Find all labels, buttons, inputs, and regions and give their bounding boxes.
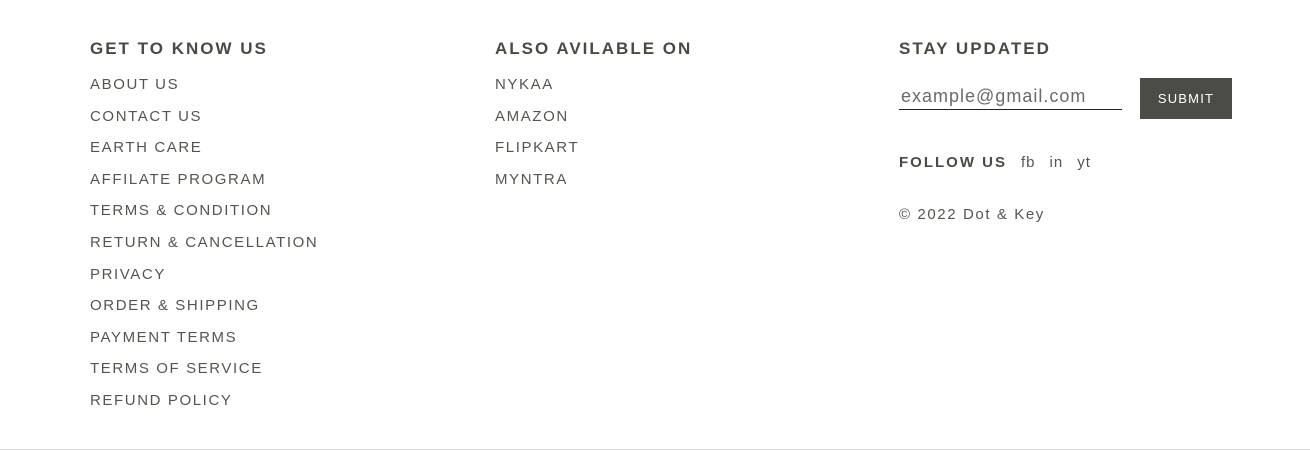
linkedin-link[interactable]: in (1050, 154, 1064, 171)
youtube-link[interactable]: yt (1077, 154, 1091, 171)
follow-us-row: FOLLOW US fb in yt (899, 154, 1105, 171)
link-nykaa[interactable]: NYKAA (495, 77, 875, 92)
site-footer: GET TO KNOW US ABOUT US CONTACT US EARTH… (0, 0, 1310, 451)
link-about-us[interactable]: ABOUT US (90, 77, 470, 92)
available-on-column: ALSO AVILABLE ON NYKAA AMAZON FLIPKART M… (495, 38, 875, 203)
know-us-heading: GET TO KNOW US (90, 39, 268, 58)
link-myntra[interactable]: MYNTRA (495, 172, 875, 187)
link-contact-us[interactable]: CONTACT US (90, 109, 470, 124)
facebook-link[interactable]: fb (1021, 154, 1036, 171)
follow-us-label: FOLLOW US (899, 154, 1007, 171)
link-privacy[interactable]: PRIVACY (90, 267, 470, 282)
link-order-shipping[interactable]: ORDER & SHIPPING (90, 298, 470, 313)
copyright-text: © 2022 Dot & Key (899, 206, 1045, 223)
newsletter-form: SUBMIT (899, 78, 1239, 119)
link-payment-terms[interactable]: PAYMENT TERMS (90, 330, 470, 345)
link-affiliate-program[interactable]: AFFILATE PROGRAM (90, 172, 470, 187)
link-earth-care[interactable]: EARTH CARE (90, 140, 470, 155)
stay-updated-column: STAY UPDATED SUBMIT FOLLOW US fb in yt ©… (899, 38, 1279, 223)
know-us-column: GET TO KNOW US ABOUT US CONTACT US EARTH… (90, 38, 470, 425)
know-us-links: ABOUT US CONTACT US EARTH CARE AFFILATE … (90, 77, 470, 408)
link-return-cancellation[interactable]: RETURN & CANCELLATION (90, 235, 470, 250)
email-input[interactable] (899, 84, 1122, 110)
available-on-heading: ALSO AVILABLE ON (495, 39, 693, 58)
available-on-links: NYKAA AMAZON FLIPKART MYNTRA (495, 77, 875, 187)
footer-divider (0, 449, 1310, 450)
link-flipkart[interactable]: FLIPKART (495, 140, 875, 155)
stay-updated-heading: STAY UPDATED (899, 39, 1051, 58)
link-refund-policy[interactable]: REFUND POLICY (90, 393, 470, 408)
link-amazon[interactable]: AMAZON (495, 109, 875, 124)
link-terms-of-service[interactable]: TERMS OF SERVICE (90, 361, 470, 376)
submit-button[interactable]: SUBMIT (1140, 78, 1232, 119)
link-terms-condition[interactable]: TERMS & CONDITION (90, 203, 470, 218)
